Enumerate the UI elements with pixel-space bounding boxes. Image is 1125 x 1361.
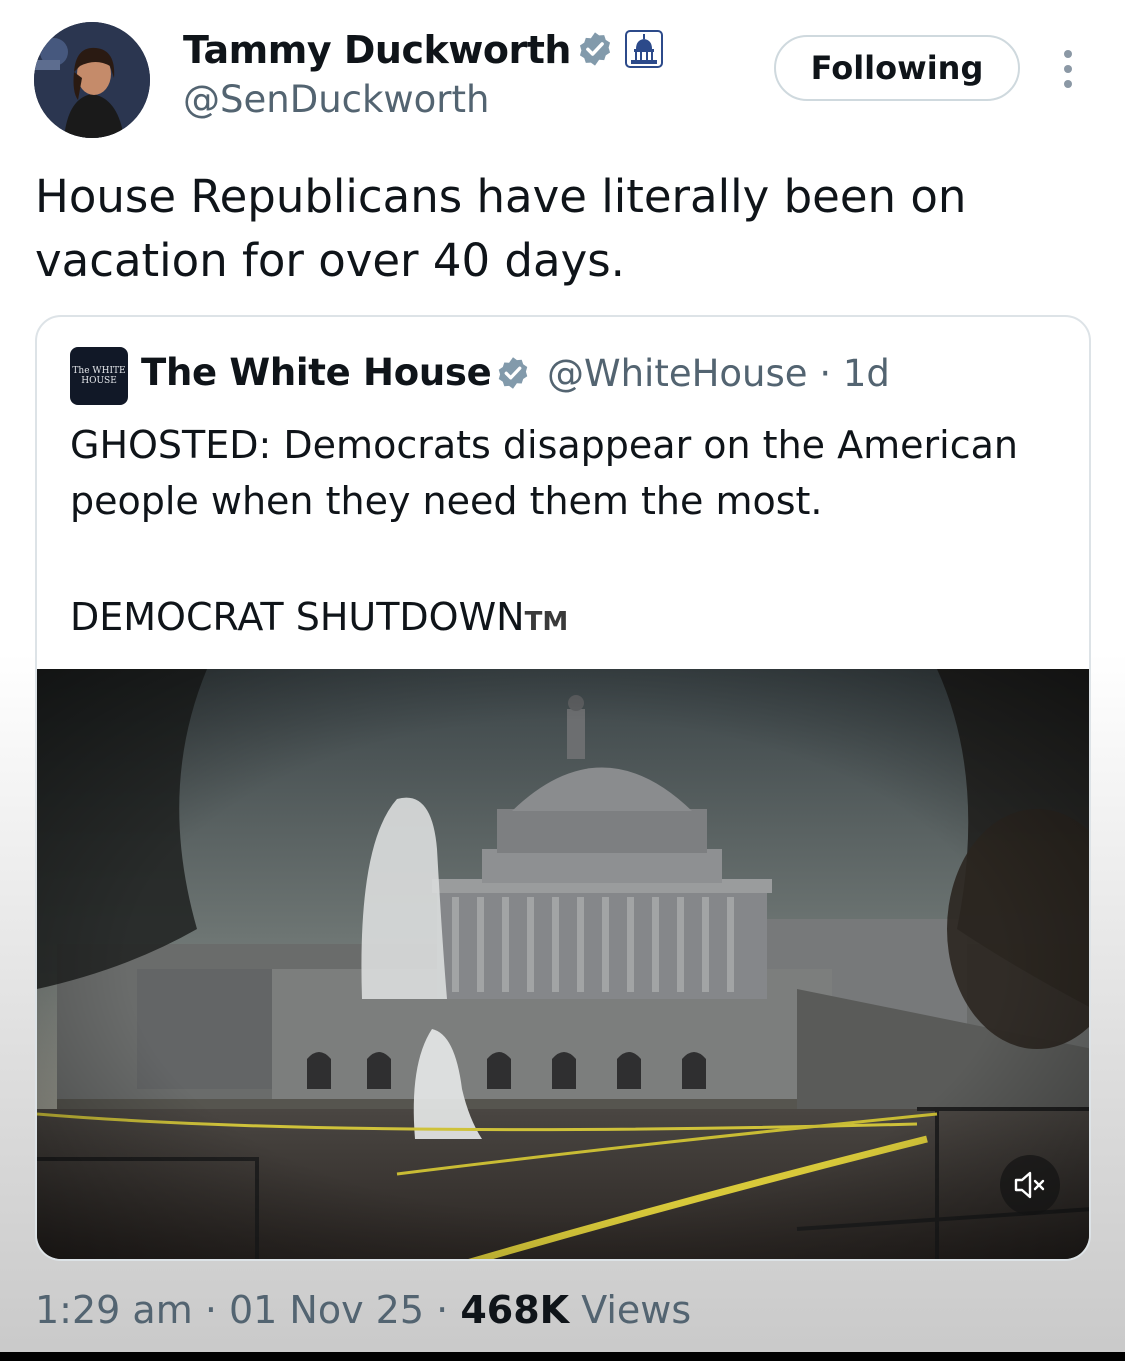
quoted-video[interactable] bbox=[37, 669, 1089, 1259]
trademark-symbol: TM bbox=[524, 607, 569, 637]
capitol-ghosts-video-frame bbox=[37, 669, 1089, 1259]
author-handle[interactable]: @SenDuckworth bbox=[183, 78, 489, 121]
white-house-avatar[interactable]: The WHITE HOUSE bbox=[70, 347, 128, 405]
quoted-text: GHOSTED: Democrats disappear on the Amer… bbox=[70, 423, 1018, 523]
tweet-meta: 1:29 am · 01 Nov 25 · 468K Views bbox=[35, 1288, 691, 1332]
post-date[interactable]: 01 Nov 25 bbox=[229, 1288, 424, 1332]
tweet-text: House Republicans have literally been on… bbox=[35, 170, 967, 287]
separator-dot: · bbox=[204, 1288, 217, 1332]
mute-toggle-button[interactable] bbox=[1000, 1155, 1060, 1215]
author-avatar[interactable] bbox=[34, 22, 150, 138]
quoted-author-name[interactable]: The White House bbox=[141, 351, 492, 394]
verified-badge-icon bbox=[579, 32, 611, 66]
following-button[interactable]: Following bbox=[774, 35, 1020, 101]
author-name[interactable]: Tammy Duckworth bbox=[183, 28, 571, 72]
separator-dot: · bbox=[436, 1288, 449, 1332]
post-time[interactable]: 1:29 am bbox=[35, 1288, 193, 1332]
views-label: Views bbox=[581, 1288, 692, 1332]
quoted-age[interactable]: 1d bbox=[843, 352, 890, 395]
quoted-handle-row: @WhiteHouse · 1d bbox=[547, 352, 890, 395]
views-count: 468K bbox=[460, 1288, 570, 1332]
more-options-icon[interactable] bbox=[1058, 48, 1078, 90]
quoted-text-caps: DEMOCRAT SHUTDOWN bbox=[70, 595, 525, 639]
bottom-edge-bar bbox=[0, 1352, 1125, 1361]
us-government-capitol-icon bbox=[625, 30, 663, 68]
quoted-text-caps-line: DEMOCRAT SHUTDOWNTM bbox=[70, 589, 568, 650]
verified-badge-icon bbox=[498, 357, 528, 389]
separator-dot: · bbox=[819, 352, 832, 395]
speaker-muted-icon bbox=[1014, 1171, 1045, 1199]
quoted-author-handle[interactable]: @WhiteHouse bbox=[547, 352, 808, 395]
quoted-tweet-card[interactable]: The WHITE HOUSE The White House @WhiteHo… bbox=[35, 315, 1091, 1261]
